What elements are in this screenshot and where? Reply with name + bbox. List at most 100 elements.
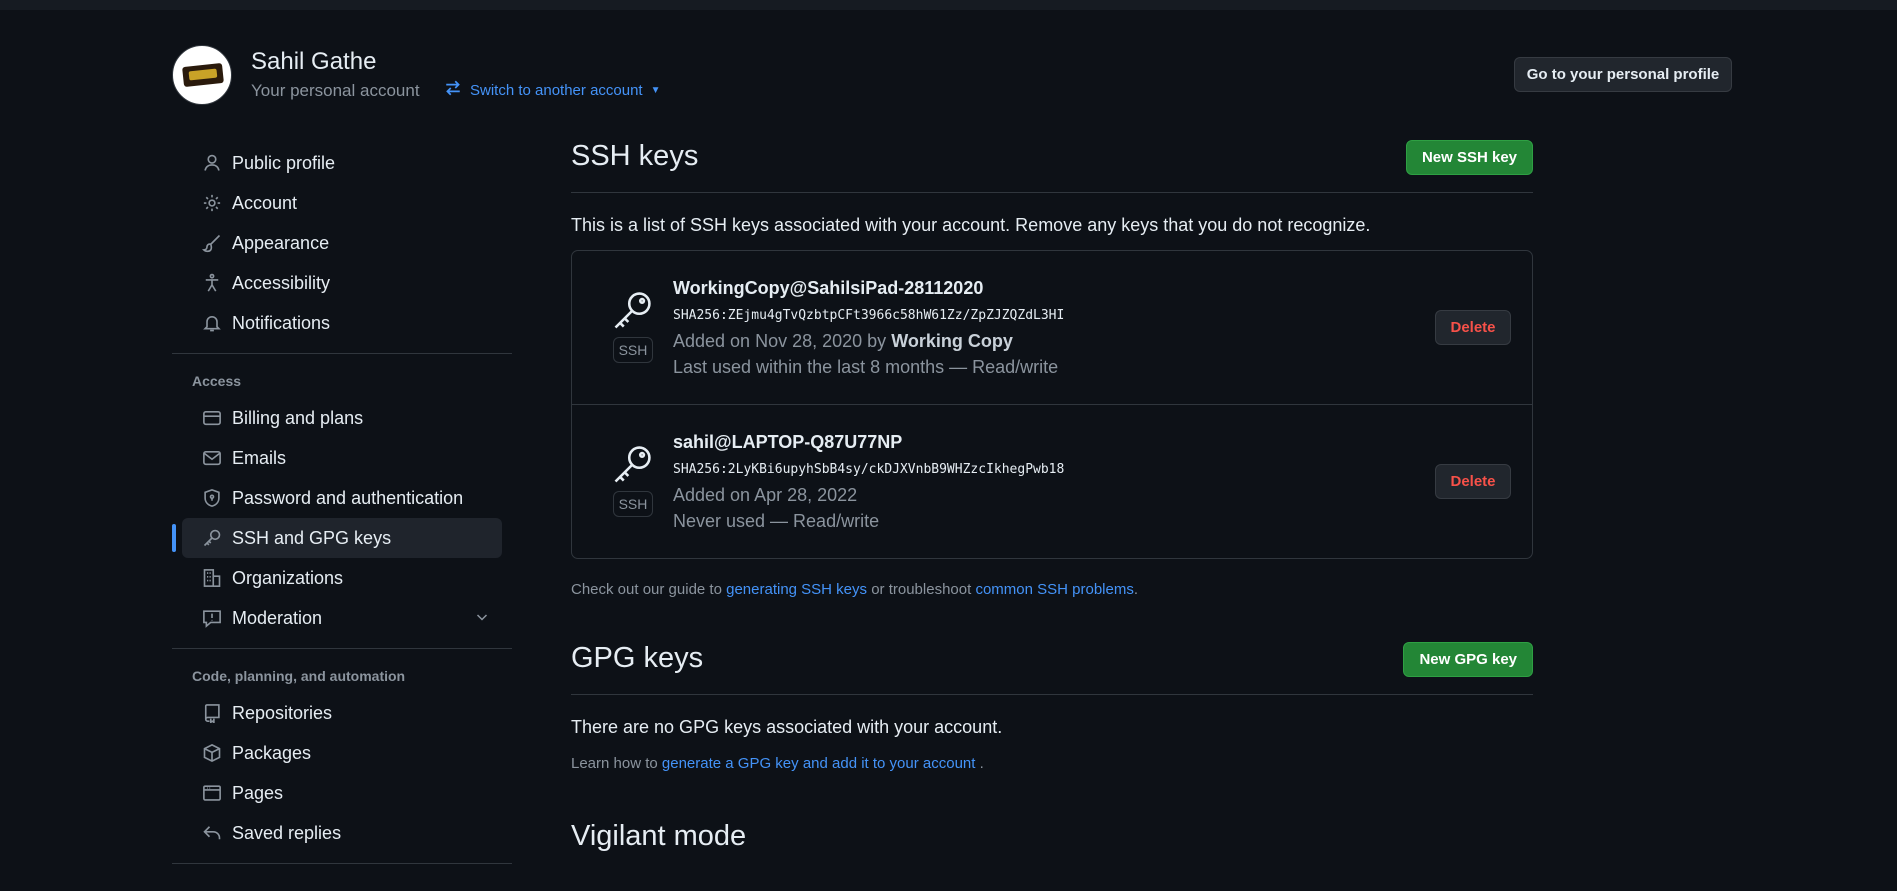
sidebar-item-emails[interactable]: Emails <box>182 438 502 478</box>
generate-gpg-key-link[interactable]: generate a GPG key and add it to your ac… <box>662 755 976 772</box>
key-title: WorkingCopy@SahilsiPad-28112020 <box>673 278 984 298</box>
key-added-info: Added on Apr 28, 2022 <box>673 485 857 506</box>
sidebar-item-public-profile[interactable]: Public profile <box>182 143 502 183</box>
top-strip <box>0 0 1897 10</box>
sidebar-item-label: Public profile <box>232 152 336 173</box>
ssh-key-list: SSH WorkingCopy@SahilsiPad-28112020 SHA2… <box>571 250 1533 559</box>
key-last-used: Last used within the last 8 months — Rea… <box>673 357 1059 377</box>
arrow-switch-icon <box>444 79 462 101</box>
learn-prefix: Learn how to <box>571 755 658 772</box>
key-title: sahil@LAPTOP-Q87U77NP <box>673 432 903 452</box>
key-fingerprint: SHA256:ZEjmu4gTvQzbtpCFt3966c58hW61Zz/Zp… <box>673 308 1065 323</box>
gpg-learn-text: Learn how to generate a GPG key and add … <box>571 755 1533 772</box>
person-icon <box>202 153 222 173</box>
sidebar-item-packages[interactable]: Packages <box>182 733 502 773</box>
sidebar-divider <box>172 863 512 864</box>
guide-prefix: Check out our guide to <box>571 581 722 598</box>
sidebar-item-label: Billing and plans <box>232 407 364 428</box>
ssh-intro-text: This is a list of SSH keys associated wi… <box>571 215 1371 235</box>
sidebar-item-label: Appearance <box>232 232 330 253</box>
sidebar-item-notifications[interactable]: Notifications <box>182 303 502 343</box>
ssh-badge: SSH <box>613 491 653 517</box>
key-icon <box>610 289 654 333</box>
generating-ssh-keys-link[interactable]: generating SSH keys <box>726 581 867 598</box>
key-fingerprint: SHA256:2LyKBi6upyhSbB4sy/ckDJXVnbB9WHZzc… <box>673 462 1065 477</box>
gear-icon <box>202 193 222 213</box>
delete-key-button[interactable]: Delete <box>1435 464 1511 499</box>
avatar[interactable] <box>172 45 232 105</box>
guide-suffix: . <box>1133 581 1139 598</box>
vigilant-mode-title: Vigilant mode <box>571 820 747 852</box>
browser-icon <box>202 783 222 803</box>
organization-icon <box>202 568 222 588</box>
sidebar-item-organizations[interactable]: Organizations <box>182 558 502 598</box>
gpg-empty-text: There are no GPG keys associated with yo… <box>571 717 1003 737</box>
sidebar-item-label: Accessibility <box>232 272 331 293</box>
switch-account-label: Switch to another account <box>470 81 643 99</box>
sidebar-item-appearance[interactable]: Appearance <box>182 223 502 263</box>
account-name: Sahil Gathe <box>251 48 377 75</box>
account-header: Sahil Gathe Your personal account Switch… <box>172 45 1732 107</box>
sidebar-item-label: Moderation <box>232 607 323 628</box>
key-last-used: Never used — Read/write <box>673 511 880 531</box>
ssh-section-header: SSH keys New SSH key <box>571 140 1533 193</box>
sidebar-item-label: Packages <box>232 742 312 763</box>
code-planning-heading: Code, planning, and automation <box>192 668 406 684</box>
reply-icon <box>202 823 222 843</box>
switch-account-button[interactable]: Switch to another account ▼ <box>444 79 661 101</box>
access-heading: Access <box>192 373 242 389</box>
ssh-key-row: SSH sahil@LAPTOP-Q87U77NP SHA256:2LyKBi6… <box>572 405 1532 558</box>
sidebar-item-repositories[interactable]: Repositories <box>182 693 502 733</box>
sidebar-item-label: Organizations <box>232 567 344 588</box>
mail-icon <box>202 448 222 468</box>
guide-mid: or troubleshoot <box>871 581 972 598</box>
accessibility-icon <box>202 273 222 293</box>
sidebar-item-label: Repositories <box>232 702 333 723</box>
key-icon <box>202 528 222 548</box>
sidebar-item-pages[interactable]: Pages <box>182 773 502 813</box>
ssh-keys-title: SSH keys <box>571 140 699 172</box>
sidebar-item-label: SSH and GPG keys <box>232 527 392 548</box>
ssh-key-row: SSH WorkingCopy@SahilsiPad-28112020 SHA2… <box>572 251 1532 405</box>
gpg-section-header: GPG keys New GPG key <box>571 642 1533 695</box>
main-content: SSH keys New SSH key This is a list of S… <box>571 140 1533 853</box>
ssh-guide-text: Check out our guide to generating SSH ke… <box>571 581 1533 598</box>
ssh-badge: SSH <box>613 337 653 363</box>
go-to-profile-button[interactable]: Go to your personal profile <box>1514 57 1732 92</box>
sidebar-item-billing[interactable]: Billing and plans <box>182 398 502 438</box>
package-icon <box>202 743 222 763</box>
chevron-down-icon[interactable] <box>474 609 490 630</box>
shield-lock-icon <box>202 488 222 508</box>
sidebar-item-saved-replies[interactable]: Saved replies <box>182 813 502 853</box>
new-gpg-key-button[interactable]: New GPG key <box>1403 642 1533 677</box>
sidebar-item-ssh-gpg-keys[interactable]: SSH and GPG keys <box>172 518 502 558</box>
sidebar-item-label: Saved replies <box>232 822 342 843</box>
sidebar-item-accessibility[interactable]: Accessibility <box>182 263 502 303</box>
sidebar-item-label: Notifications <box>232 312 331 333</box>
sidebar-item-label: Password and authentication <box>232 487 464 508</box>
settings-sidebar: Public profile Account Appearance Access… <box>172 143 512 874</box>
key-added-date: Added on Nov 28, 2020 by <box>673 331 887 351</box>
sidebar-item-password-auth[interactable]: Password and authentication <box>182 478 502 518</box>
key-added-by: Working Copy <box>891 331 1013 351</box>
learn-suffix: . <box>979 755 984 772</box>
sidebar-item-account[interactable]: Account <box>182 183 502 223</box>
sidebar-item-label: Pages <box>232 782 284 803</box>
bell-icon <box>202 313 222 333</box>
delete-key-button[interactable]: Delete <box>1435 310 1511 345</box>
sidebar-item-label: Emails <box>232 447 287 468</box>
credit-card-icon <box>202 408 222 428</box>
common-ssh-problems-link[interactable]: common SSH problems <box>975 581 1133 598</box>
key-icon <box>610 443 654 487</box>
key-added-info: Added on Nov 28, 2020 by Working Copy <box>673 331 1013 352</box>
new-ssh-key-button[interactable]: New SSH key <box>1405 140 1533 175</box>
key-added-date: Added on Apr 28, 2022 <box>673 485 858 505</box>
sidebar-divider <box>172 648 512 649</box>
sidebar-divider <box>172 353 512 354</box>
caret-down-icon: ▼ <box>650 84 661 96</box>
repo-icon <box>202 703 222 723</box>
sidebar-item-moderation[interactable]: Moderation <box>182 598 502 638</box>
account-subtitle: Your personal account <box>251 81 420 100</box>
report-icon <box>202 608 222 628</box>
sidebar-item-label: Account <box>232 192 298 213</box>
